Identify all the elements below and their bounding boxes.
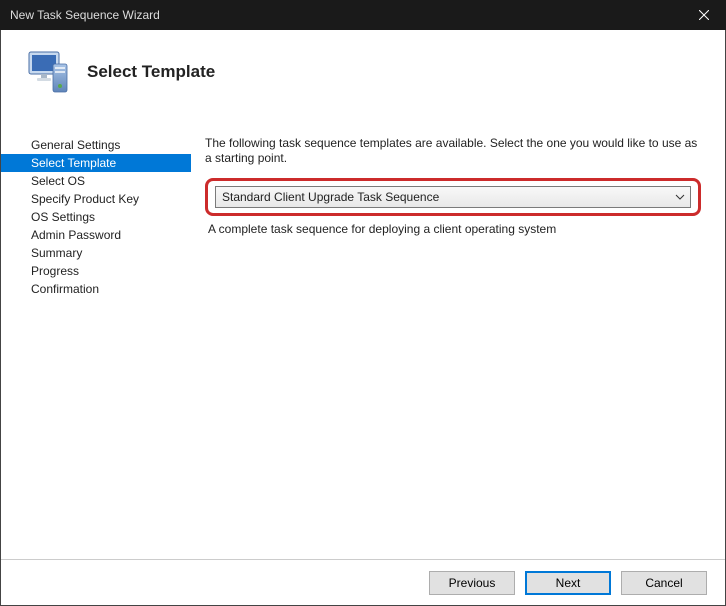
sidebar-item-label: Select Template: [31, 156, 116, 170]
sidebar-item-label: Specify Product Key: [31, 192, 139, 206]
close-button[interactable]: [681, 0, 726, 30]
sidebar-item-label: Select OS: [31, 174, 85, 188]
sidebar-item-general-settings[interactable]: General Settings: [1, 136, 191, 154]
cancel-button-label: Cancel: [645, 576, 682, 590]
next-button[interactable]: Next: [525, 571, 611, 595]
previous-button-label: Previous: [449, 576, 496, 590]
sidebar-item-label: OS Settings: [31, 210, 95, 224]
template-dropdown[interactable]: Standard Client Upgrade Task Sequence: [215, 186, 691, 208]
window-title: New Task Sequence Wizard: [0, 8, 160, 22]
instruction-text: The following task sequence templates ar…: [205, 136, 701, 166]
cancel-button[interactable]: Cancel: [621, 571, 707, 595]
sidebar-item-confirmation[interactable]: Confirmation: [1, 280, 191, 298]
sidebar-item-specify-product-key[interactable]: Specify Product Key: [1, 190, 191, 208]
page-title: Select Template: [87, 62, 215, 82]
sidebar: General Settings Select Template Select …: [1, 130, 191, 559]
sidebar-item-label: Confirmation: [31, 282, 99, 296]
template-highlight-box: Standard Client Upgrade Task Sequence: [205, 178, 701, 216]
right-pane: The following task sequence templates ar…: [191, 130, 725, 559]
sidebar-item-os-settings[interactable]: OS Settings: [1, 208, 191, 226]
sidebar-item-summary[interactable]: Summary: [1, 244, 191, 262]
sidebar-item-label: General Settings: [31, 138, 120, 152]
template-description: A complete task sequence for deploying a…: [205, 222, 701, 237]
sidebar-item-select-template[interactable]: Select Template: [1, 154, 191, 172]
button-row: Previous Next Cancel: [1, 559, 725, 605]
close-icon: [699, 10, 709, 20]
title-bar: New Task Sequence Wizard: [0, 0, 726, 30]
chevron-down-icon: [675, 191, 685, 205]
sidebar-item-select-os[interactable]: Select OS: [1, 172, 191, 190]
wizard-content: General Settings Select Template Select …: [1, 130, 725, 559]
sidebar-item-admin-password[interactable]: Admin Password: [1, 226, 191, 244]
template-dropdown-value: Standard Client Upgrade Task Sequence: [222, 190, 439, 204]
previous-button[interactable]: Previous: [429, 571, 515, 595]
window-body: Select Template General Settings Select …: [0, 30, 726, 606]
sidebar-item-label: Summary: [31, 246, 82, 260]
sidebar-item-label: Admin Password: [31, 228, 121, 242]
sidebar-item-progress[interactable]: Progress: [1, 262, 191, 280]
next-button-label: Next: [556, 576, 581, 590]
sidebar-item-label: Progress: [31, 264, 79, 278]
wizard-header: Select Template: [1, 30, 725, 120]
wizard-icon: [23, 48, 71, 96]
